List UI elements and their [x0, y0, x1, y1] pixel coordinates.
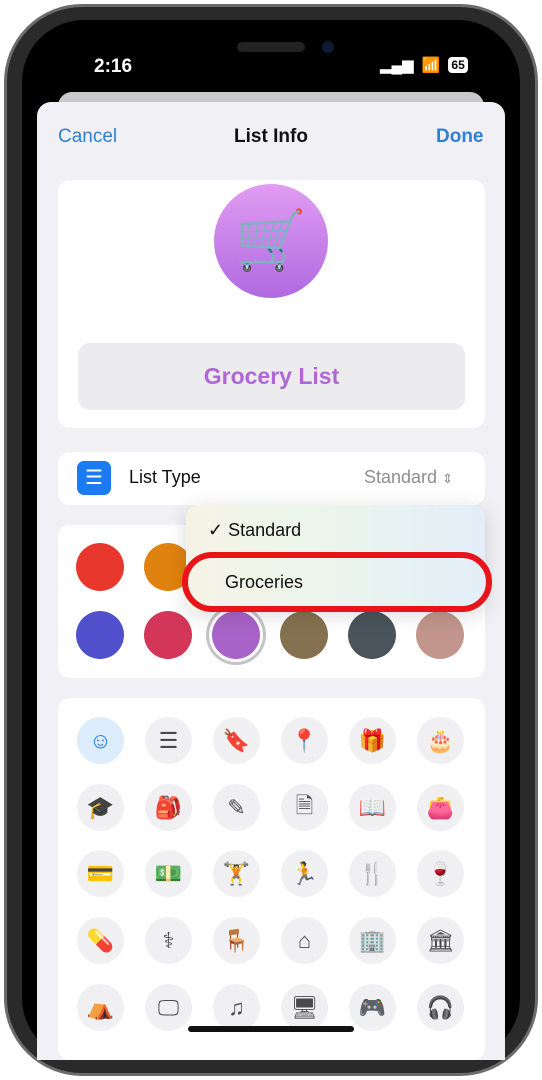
- list-type-select[interactable]: Standard ⇕: [364, 467, 453, 488]
- cake-icon[interactable]: 🎂: [417, 717, 464, 764]
- cart-icon[interactable]: 🛒: [214, 184, 328, 298]
- dynamic-island: [237, 42, 305, 52]
- pencil-ruler-icon[interactable]: ✎: [213, 784, 260, 831]
- pin-icon[interactable]: 📍: [281, 717, 328, 764]
- gift-icon[interactable]: 🎁: [349, 717, 396, 764]
- color-swatch[interactable]: [348, 611, 396, 659]
- battery-icon: 65: [448, 57, 468, 73]
- tent-icon[interactable]: ⛺: [77, 984, 124, 1031]
- checkmark-icon: ✓: [208, 520, 229, 540]
- backpack-icon[interactable]: 🎒: [145, 784, 192, 831]
- computer-icon[interactable]: 🖥: [281, 984, 328, 1031]
- dumbbell-icon[interactable]: 🏋: [213, 850, 260, 897]
- camera: [322, 41, 334, 53]
- music-note-icon[interactable]: ♫: [213, 984, 260, 1031]
- bookmark-icon[interactable]: 🔖: [213, 717, 260, 764]
- color-swatch[interactable]: [76, 543, 124, 591]
- status-icons: ▂▄▆ 📶 65: [380, 56, 468, 74]
- tv-icon[interactable]: 🖵: [145, 984, 192, 1031]
- credit-card-icon[interactable]: 💳: [77, 850, 124, 897]
- graduation-cap-icon[interactable]: 🎓: [77, 784, 124, 831]
- color-swatch[interactable]: [76, 611, 124, 659]
- pills-icon[interactable]: 💊: [77, 917, 124, 964]
- wallet-icon[interactable]: 👛: [417, 784, 464, 831]
- status-time: 2:16: [94, 56, 133, 77]
- fork-knife-icon[interactable]: 🍴: [349, 850, 396, 897]
- document-icon[interactable]: 🗎: [281, 784, 328, 831]
- color-swatch[interactable]: [144, 611, 192, 659]
- list-name-input[interactable]: Grocery List: [78, 343, 465, 410]
- gamecontroller-icon[interactable]: 🎮: [349, 984, 396, 1031]
- list-type-label: List Type: [129, 467, 201, 487]
- running-icon[interactable]: 🏃: [281, 850, 328, 897]
- stethoscope-icon[interactable]: ⚕: [145, 917, 192, 964]
- bank-icon[interactable]: 🏛: [417, 917, 464, 964]
- done-button[interactable]: Done: [436, 126, 484, 148]
- headphones-icon[interactable]: 🎧: [417, 984, 464, 1031]
- wine-glass-icon[interactable]: 🍷: [417, 850, 464, 897]
- menu-item-label: Standard: [228, 520, 302, 540]
- color-swatch[interactable]: [416, 611, 464, 659]
- list-type-value: Standard: [364, 467, 438, 487]
- menu-item-standard[interactable]: ✓ Standard: [208, 520, 301, 541]
- list-bullet-icon: ☰: [77, 461, 111, 495]
- chevron-up-down-icon: ⇕: [442, 471, 453, 486]
- smiley-icon[interactable]: ☺: [77, 717, 124, 764]
- color-swatch[interactable]: [280, 611, 328, 659]
- house-icon[interactable]: ⌂: [281, 917, 328, 964]
- building-icon[interactable]: 🏢: [349, 917, 396, 964]
- list-icon[interactable]: ☰: [145, 717, 192, 764]
- book-icon[interactable]: 📖: [349, 784, 396, 831]
- signal-icon: ▂▄▆: [380, 57, 414, 74]
- highlight-annotation: [182, 552, 492, 612]
- wifi-icon: 📶: [421, 57, 441, 74]
- home-indicator[interactable]: [188, 1026, 354, 1032]
- money-icon[interactable]: 💵: [145, 850, 192, 897]
- chair-icon[interactable]: 🪑: [213, 917, 260, 964]
- color-swatch[interactable]: [212, 611, 260, 659]
